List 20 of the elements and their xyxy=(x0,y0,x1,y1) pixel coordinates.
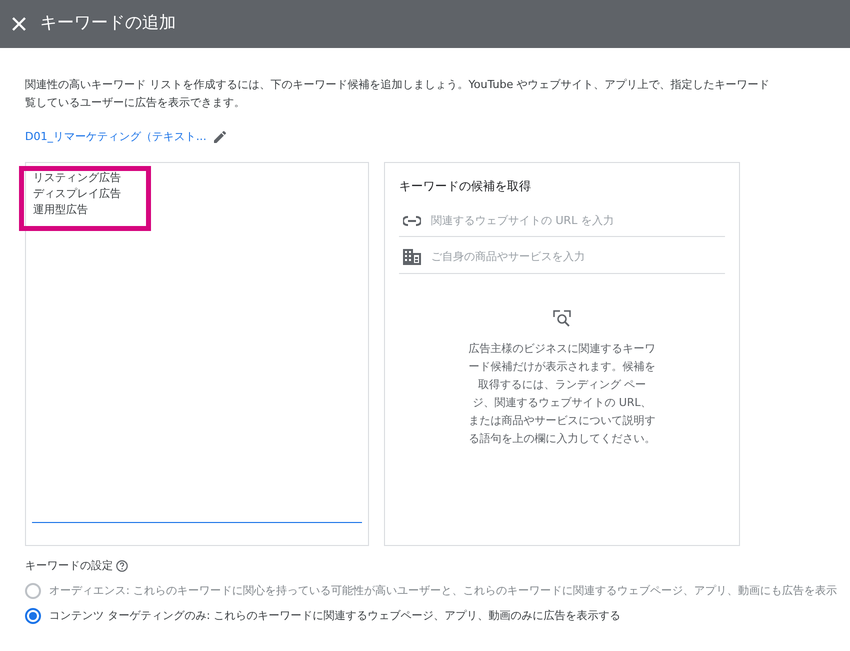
ad-group-link[interactable]: D01_リマーケティング（テキスト... xyxy=(25,129,206,146)
description-text: 関連性の高いキーワード リストを作成するには、下のキーワード候補を追加しましょう。YouTube やウェブサイト、アプリ上で、指定したキーワード xyxy=(25,77,771,93)
keywords-field[interactable]: リスティング広告 ディスプレイ広告 運用型広告 xyxy=(32,170,362,523)
pencil-icon[interactable] xyxy=(212,129,228,146)
keyword-text: リスティング広告 xyxy=(33,170,122,186)
close-icon[interactable] xyxy=(12,17,26,31)
radio-label: オーディエンス: これらのキーワードに関心を持っている可能性が高いユーザーと、これらのキーワードに関連するウェブページ、アプリ、動画にも広告を表示 xyxy=(49,584,838,598)
search-preview-icon xyxy=(553,310,571,328)
keyword-text: 運用型広告 xyxy=(33,202,89,218)
radio-label: コンテンツ ターゲティングのみ: これらのキーワードに関連するウェブページ、アプリ、動画のみに広告を表示する xyxy=(49,609,621,624)
settings-label: キーワードの設定 xyxy=(25,558,113,574)
empty-state-text: 広告主様のビジネスに関連するキーワード候補だけが表示されます。候補を取得するには、ランディング ページ、関連するウェブサイトの URL、または商品やサービスについて説明する語句を上の欄に入力してください。 xyxy=(468,340,656,448)
window-title: キーワードの追加 xyxy=(40,12,176,36)
radio-button[interactable] xyxy=(25,608,41,624)
keyword-text: ディスプレイ広告 xyxy=(33,186,122,202)
link-icon xyxy=(403,216,421,226)
building-icon xyxy=(403,249,421,266)
help-icon[interactable] xyxy=(116,560,128,572)
description-text: 覧しているユーザーに広告を表示できます。 xyxy=(25,94,246,111)
panel-title: キーワードの候補を取得 xyxy=(399,178,532,195)
